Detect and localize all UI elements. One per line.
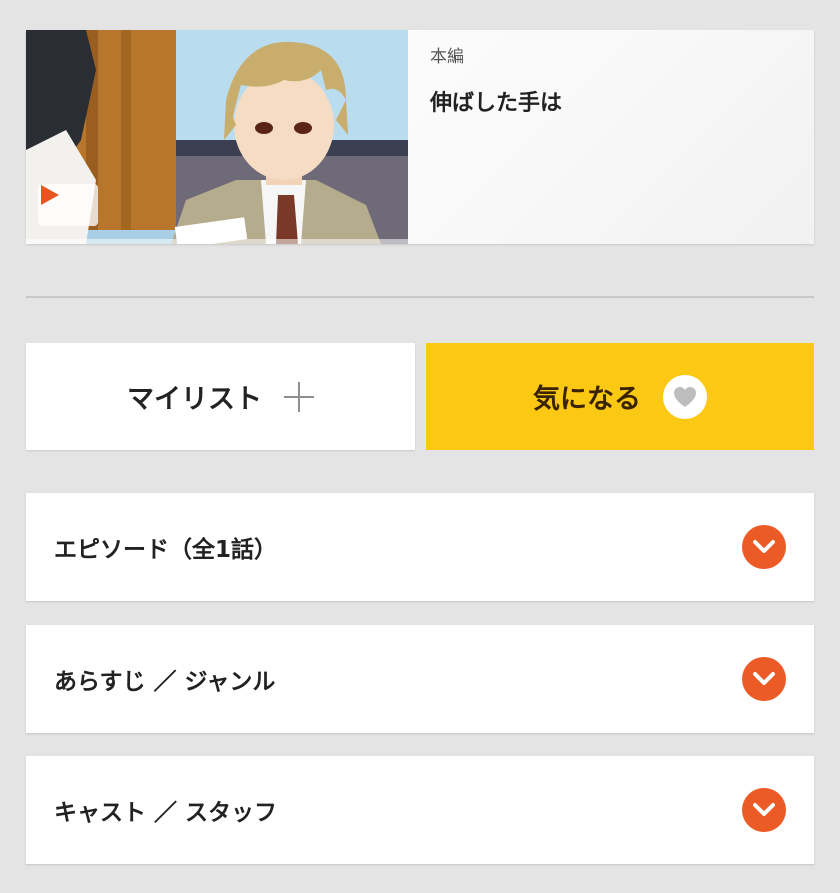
episodes-section-toggle[interactable]: エピソード（全1話）	[26, 493, 814, 601]
episode-thumbnail[interactable]	[26, 30, 408, 244]
mylist-label: マイリスト	[127, 384, 262, 415]
progress-bar-track	[26, 239, 408, 244]
synopsis-genre-section-toggle[interactable]: あらすじ ／ ジャンル	[26, 625, 814, 733]
episode-title: 伸ばした手は	[430, 91, 563, 116]
favorite-button[interactable]: 気になる	[426, 343, 814, 450]
play-icon	[41, 185, 59, 205]
cast-staff-section-toggle[interactable]: キャスト ／ スタッフ	[26, 756, 814, 864]
section-divider	[26, 296, 814, 298]
episodes-section-label: エピソード（全1話）	[54, 537, 278, 563]
chevron-down-icon	[742, 657, 786, 701]
anime-detail-page: 本編 伸ばした手は マイリスト 気になる エピソード（全1話） あらすじ ／ ジ…	[0, 0, 840, 893]
episode-type-label: 本編	[430, 47, 464, 67]
mylist-button[interactable]: マイリスト	[26, 343, 415, 450]
chevron-down-icon	[742, 788, 786, 832]
episode-card[interactable]: 本編 伸ばした手は	[26, 30, 814, 244]
heart-icon	[663, 374, 707, 419]
chevron-down-icon	[742, 525, 786, 569]
episode-info: 本編 伸ばした手は	[408, 30, 814, 244]
favorite-label: 気になる	[533, 384, 641, 415]
synopsis-genre-section-label: あらすじ ／ ジャンル	[54, 669, 276, 695]
play-button[interactable]	[38, 184, 98, 226]
plus-icon	[284, 381, 314, 412]
cast-staff-section-label: キャスト ／ スタッフ	[54, 800, 278, 826]
